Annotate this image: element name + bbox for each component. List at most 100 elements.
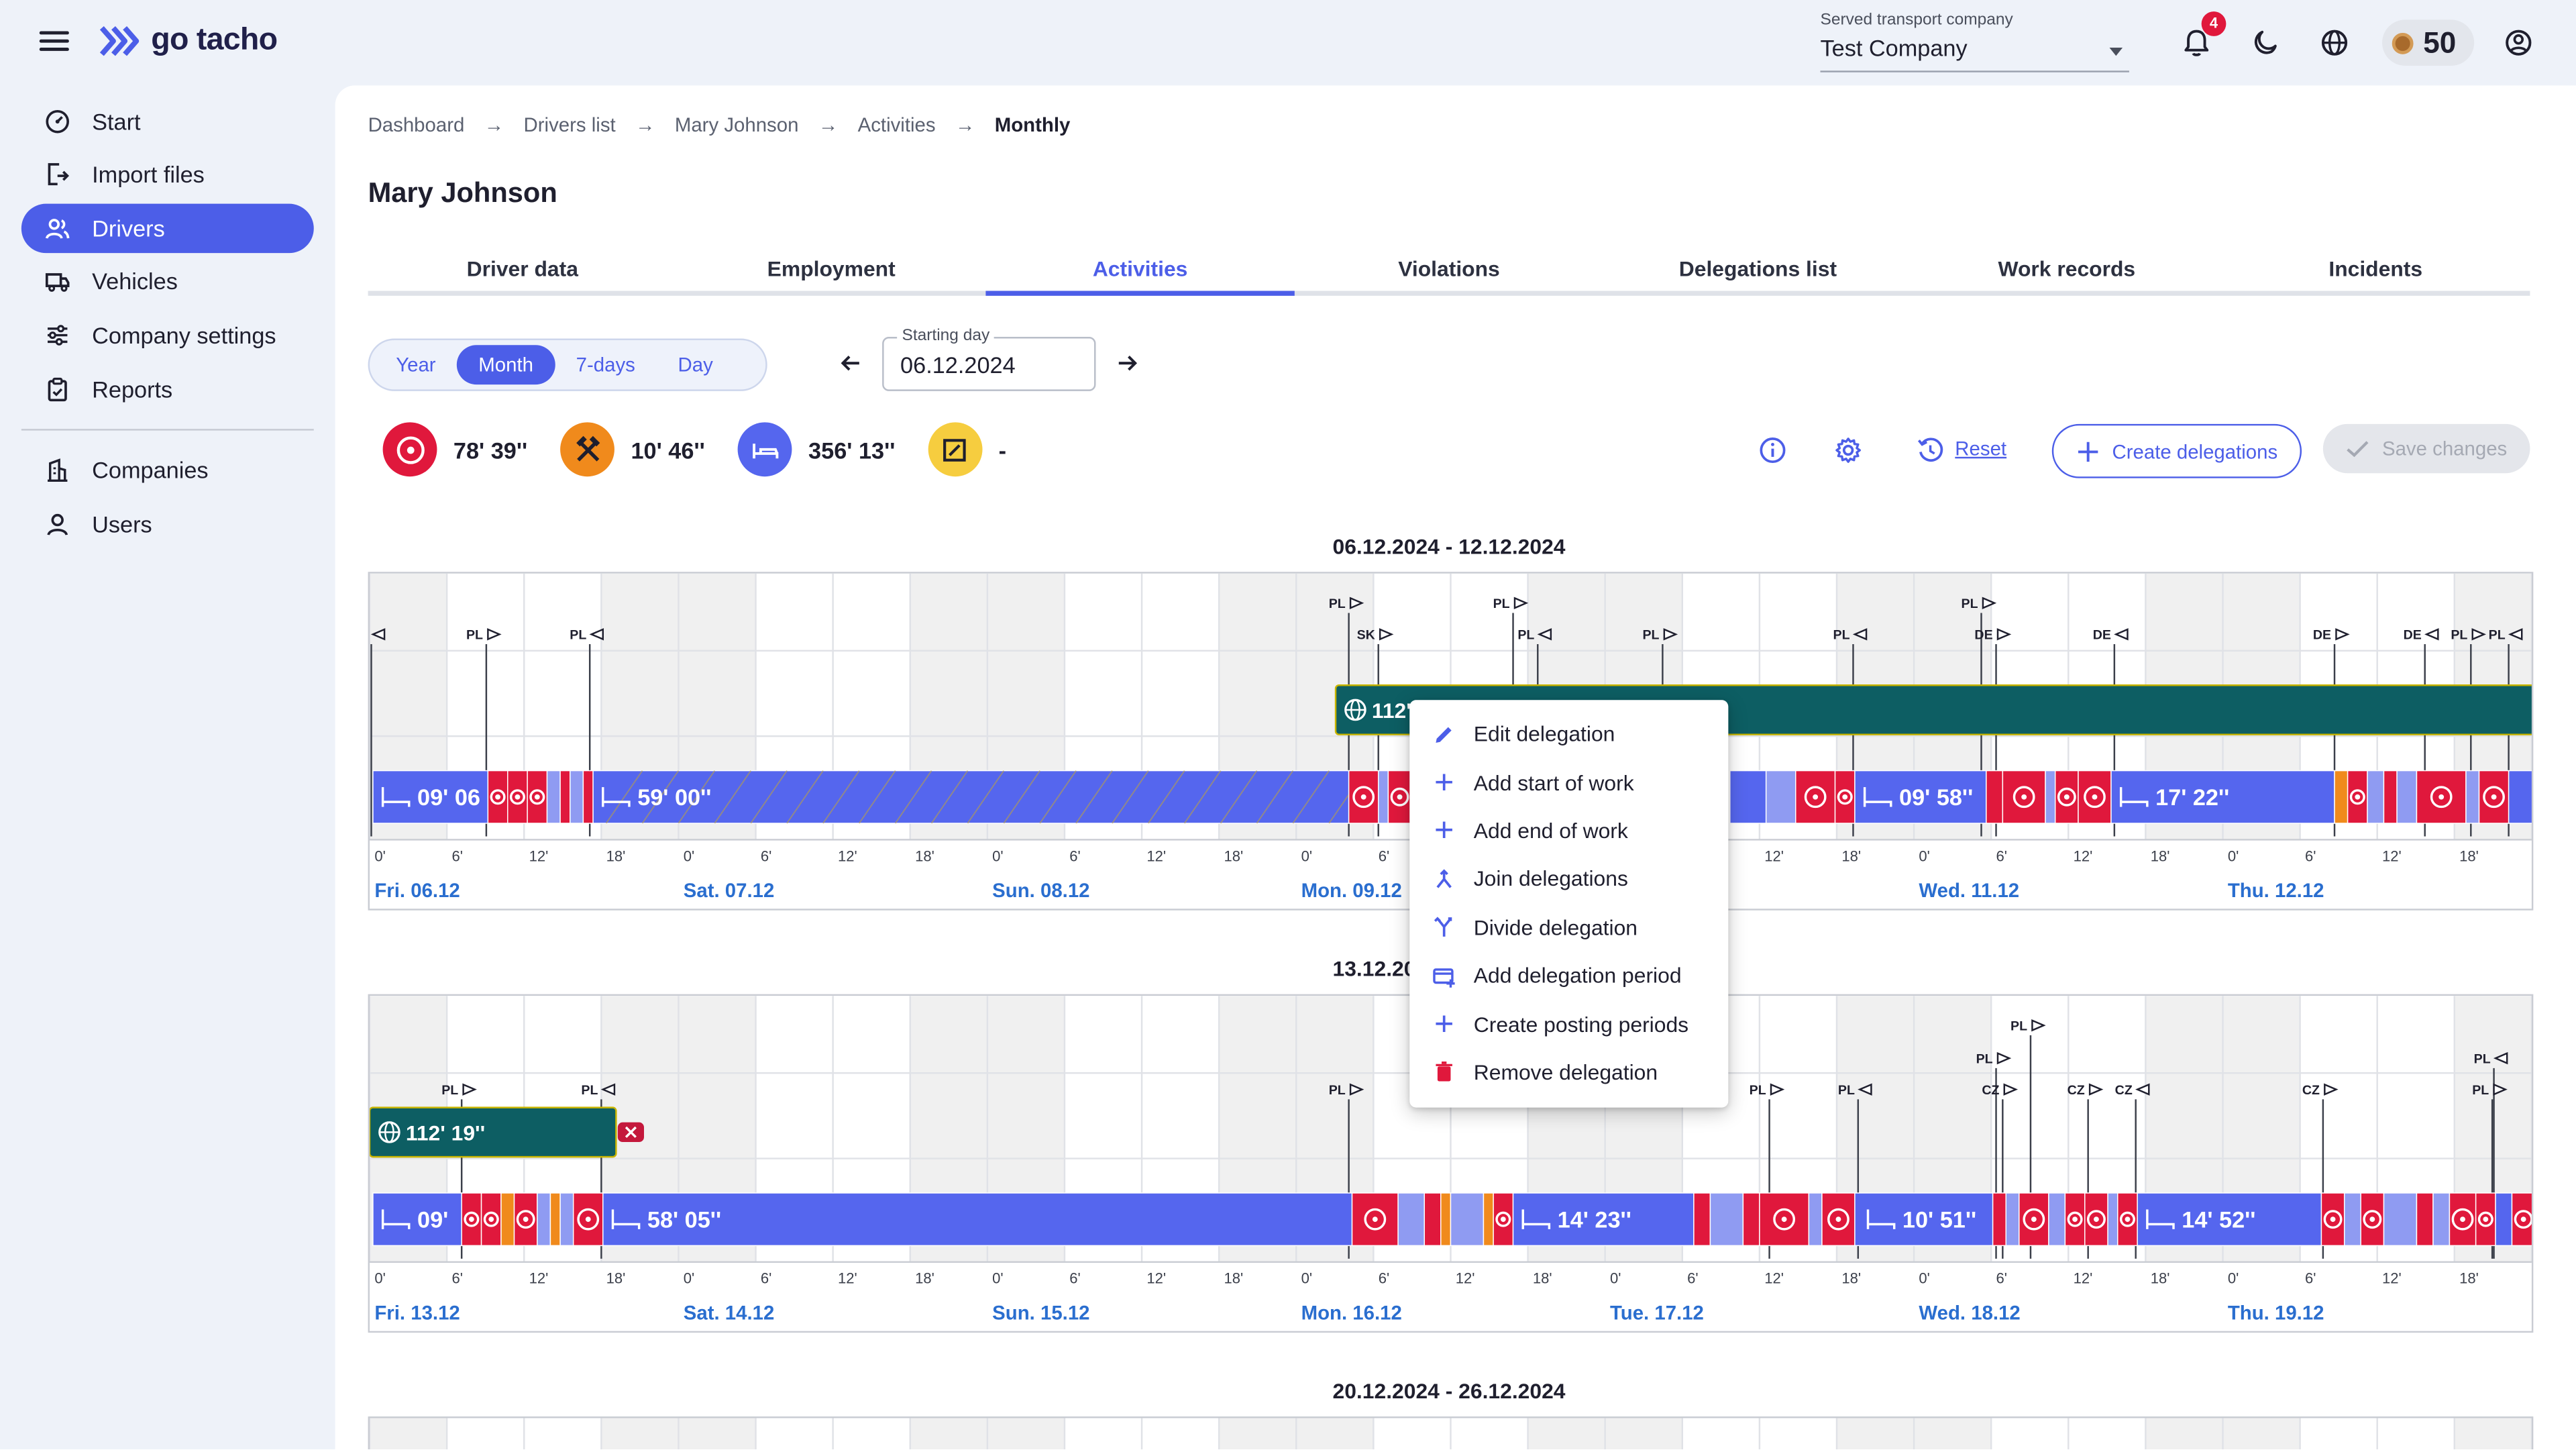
country-code: PL — [441, 1083, 458, 1098]
account-icon[interactable] — [2502, 26, 2535, 59]
tab-delegations-list[interactable]: Delegations list — [1603, 243, 1912, 291]
hour-tick-label: 6' — [1996, 847, 2007, 864]
moon-icon[interactable] — [2249, 26, 2282, 59]
break-block — [559, 1192, 574, 1247]
driving-block — [2416, 1192, 2434, 1247]
menu-item-label: Remove delegation — [1473, 1059, 1658, 1085]
tab-violations[interactable]: Violations — [1295, 243, 1603, 291]
steering-wheel-hub — [523, 1216, 529, 1223]
steering-wheel-hub — [1500, 1216, 1506, 1223]
country-code: PL — [570, 628, 586, 643]
sidebar-item-label: Reports — [92, 376, 173, 403]
logo[interactable]: go tacho — [99, 23, 278, 59]
hour-tick-label: 18' — [2151, 847, 2170, 864]
users-icon — [45, 219, 70, 239]
steering-wheel-hub — [2483, 1216, 2489, 1223]
day-label: Fri. 13.12 — [374, 1302, 460, 1325]
flag-triangle-icon — [2135, 1083, 2150, 1096]
tab-employment[interactable]: Employment — [677, 243, 985, 291]
rest-duration-label: 58' 05'' — [647, 1207, 721, 1233]
rest-block — [2508, 770, 2532, 824]
sidebar-item-company-settings[interactable]: Company settings — [21, 311, 314, 360]
breadcrumb-dashboard[interactable]: Dashboard — [368, 113, 465, 136]
reset-icon[interactable] — [1916, 435, 1945, 465]
hour-tick-label: 12' — [529, 1270, 549, 1287]
tab-driver-data[interactable]: Driver data — [368, 243, 677, 291]
country-code: PL — [1329, 1083, 1346, 1098]
hour-tick-label: 18' — [606, 847, 626, 864]
hour-tick-label: 18' — [1841, 847, 1861, 864]
period-month[interactable]: Month — [457, 345, 555, 385]
menu-item-add-delegation-period[interactable]: Add delegation period — [1409, 951, 1728, 1000]
break-block — [1377, 770, 1389, 824]
hour-tick-label: 6' — [1996, 1270, 2007, 1287]
caret-down-icon — [2109, 48, 2123, 56]
break-block — [546, 770, 561, 824]
sidebar-item-vehicles[interactable]: Vehicles — [21, 256, 314, 305]
menu-item-add-end-of-work[interactable]: Add end of work — [1409, 807, 1728, 855]
day-label: Sun. 08.12 — [992, 880, 1089, 902]
starting-day-field[interactable]: Starting day 06.12.2024 — [882, 327, 1096, 391]
menu-item-edit-delegation[interactable]: Edit delegation — [1409, 710, 1728, 758]
globe-icon[interactable] — [2318, 26, 2351, 59]
hour-tick-label: 6' — [761, 1270, 771, 1287]
plus-icon — [1436, 774, 1452, 791]
sidebar-item-import-files[interactable]: Import files — [21, 150, 314, 199]
card-plus-icon — [1433, 968, 1455, 987]
break-block — [570, 770, 584, 824]
country-code: PL — [1838, 1083, 1855, 1098]
menu-icon[interactable] — [39, 26, 69, 56]
prev-period-arrow-icon[interactable] — [838, 350, 864, 376]
save-changes-label: Save changes — [2381, 437, 2508, 460]
breadcrumb-activities[interactable]: Activities — [858, 113, 936, 136]
sidebar-item-companies[interactable]: Companies — [21, 446, 314, 495]
sidebar-item-drivers[interactable]: Drivers — [21, 203, 314, 254]
hour-tick-label: 6' — [1379, 847, 1389, 864]
menu-item-join-delegations[interactable]: Join delegations — [1409, 855, 1728, 903]
day-label: Thu. 19.12 — [2228, 1302, 2324, 1325]
next-period-arrow-icon[interactable] — [1114, 350, 1140, 376]
logo-text: go tacho — [151, 23, 278, 58]
hour-tick-label: 18' — [2151, 1270, 2170, 1287]
menu-item-add-start-of-work[interactable]: Add start of work — [1409, 758, 1728, 807]
tab-work-records[interactable]: Work records — [1913, 243, 2221, 291]
breadcrumb-drivers-list[interactable]: Drivers list — [524, 113, 616, 136]
menu-item-remove-delegation[interactable]: Remove delegation — [1409, 1048, 1728, 1096]
night-shade — [1605, 1418, 1682, 1450]
country-code: DE — [1974, 628, 1992, 643]
gear-icon[interactable] — [1833, 435, 1863, 465]
tab-activities[interactable]: Activities — [985, 243, 1295, 296]
menu-item-create-posting-periods[interactable]: Create posting periods — [1409, 1000, 1728, 1048]
country-code: PL — [2472, 1083, 2489, 1098]
info-icon[interactable] — [1758, 435, 1787, 465]
sidebar-item-reports[interactable]: Reports — [21, 365, 314, 414]
total-driving-value: 78' 39'' — [453, 436, 528, 463]
sidebar-item-users[interactable]: Users — [21, 499, 314, 548]
delegation-context-menu: Edit delegation Add start of work Add en… — [1409, 700, 1729, 1108]
save-changes-button[interactable]: Save changes — [2322, 423, 2530, 474]
clipboard-icon — [48, 377, 67, 402]
total-driving: 78' 39'' — [382, 422, 528, 477]
reset-button[interactable]: Reset — [1955, 437, 2006, 460]
hour-tick-label: 12' — [1146, 1270, 1166, 1287]
sidebar-item-start[interactable]: Start — [21, 97, 314, 146]
period-day[interactable]: Day — [657, 345, 735, 384]
hour-tick-label: 12' — [2074, 1270, 2093, 1287]
country-code: PL — [1642, 628, 1659, 643]
driving-block — [1992, 1192, 2006, 1247]
credits-indicator[interactable]: 50 — [2382, 19, 2475, 66]
hour-tick-label: 18' — [915, 1270, 934, 1287]
period-7-days[interactable]: 7-days — [555, 345, 657, 384]
menu-item-divide-delegation[interactable]: Divide delegation — [1409, 903, 1728, 951]
bed-icon — [737, 422, 792, 477]
breadcrumb-driver[interactable]: Mary Johnson — [675, 113, 799, 136]
company-select[interactable]: Served transport company Test Company — [1820, 11, 2129, 72]
menu-item-label: Edit delegation — [1473, 721, 1615, 747]
steering-wheel-hub — [495, 794, 500, 800]
flag-triangle-icon — [1996, 1051, 2012, 1065]
create-delegations-button[interactable]: Create delegations — [2051, 423, 2302, 478]
pencil-icon — [1436, 726, 1452, 743]
tab-incidents[interactable]: Incidents — [2221, 243, 2530, 291]
work-block — [1483, 1192, 1494, 1247]
period-year[interactable]: Year — [374, 345, 457, 384]
